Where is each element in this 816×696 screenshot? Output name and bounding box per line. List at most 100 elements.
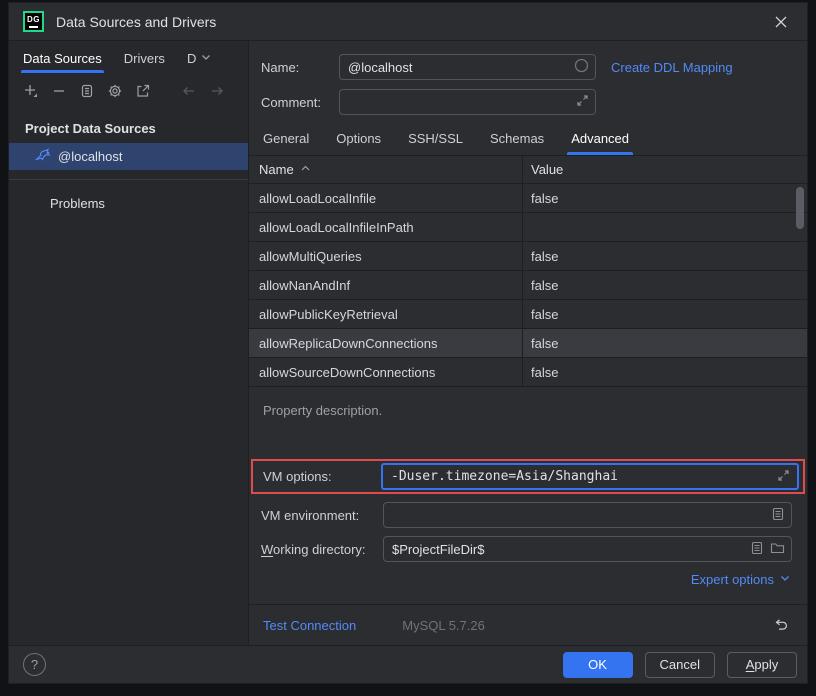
left-panel-toolbar bbox=[9, 73, 248, 107]
mysql-dolphin-icon bbox=[35, 147, 51, 166]
tab-options[interactable]: Options bbox=[336, 131, 381, 155]
table-row[interactable]: allowLoadLocalInfileInPath bbox=[249, 213, 807, 242]
table-row[interactable]: allowSourceDownConnections false bbox=[249, 358, 807, 387]
tree-item-problems[interactable]: Problems bbox=[9, 190, 248, 217]
working-directory-label: Working directory: bbox=[261, 542, 383, 557]
datagrip-logo-text: DG bbox=[27, 16, 40, 24]
property-value-cell[interactable]: false bbox=[523, 300, 794, 328]
chevron-down-icon[interactable] bbox=[200, 51, 212, 66]
chevron-down-icon[interactable] bbox=[779, 572, 791, 587]
add-data-source-icon[interactable] bbox=[19, 79, 43, 103]
refresh-ring-icon bbox=[574, 58, 589, 76]
property-value-cell[interactable]: false bbox=[523, 271, 794, 299]
name-label: Name: bbox=[261, 60, 339, 75]
working-directory-input[interactable]: $ProjectFileDir$ bbox=[383, 536, 792, 562]
property-description: Property description. bbox=[249, 387, 807, 459]
revert-icon[interactable] bbox=[769, 613, 793, 637]
expand-icon[interactable] bbox=[777, 469, 790, 485]
folder-browse-icon[interactable] bbox=[770, 541, 785, 558]
sort-ascending-icon bbox=[300, 162, 311, 177]
apply-mnemonic: A bbox=[746, 657, 755, 672]
property-value-cell[interactable] bbox=[523, 213, 794, 241]
expert-options-link[interactable]: Expert options bbox=[691, 572, 774, 587]
close-icon[interactable] bbox=[769, 10, 793, 34]
name-column-label: Name bbox=[259, 162, 294, 177]
remove-icon[interactable] bbox=[47, 79, 71, 103]
table-row[interactable]: allowMultiQueries false bbox=[249, 242, 807, 271]
datagrip-logo-icon: DG bbox=[23, 11, 44, 32]
title-bar: DG Data Sources and Drivers bbox=[9, 3, 807, 41]
apply-label-rest: pply bbox=[754, 657, 778, 672]
tab-data-sources[interactable]: Data Sources bbox=[23, 51, 102, 73]
tree-item-localhost[interactable]: @localhost bbox=[9, 143, 248, 170]
property-value-cell[interactable]: false bbox=[523, 184, 794, 212]
ok-button[interactable]: OK bbox=[563, 652, 633, 678]
table-row[interactable]: allowReplicaDownConnections false bbox=[249, 329, 807, 358]
column-header-name[interactable]: Name bbox=[249, 156, 523, 183]
tab-schemas[interactable]: Schemas bbox=[490, 131, 544, 155]
variables-list-icon[interactable] bbox=[750, 541, 764, 558]
left-panel-tabs: Data Sources Drivers D bbox=[9, 41, 248, 73]
comment-label: Comment: bbox=[261, 95, 339, 110]
back-arrow-icon[interactable] bbox=[177, 79, 201, 103]
expand-icon[interactable] bbox=[576, 94, 589, 110]
vm-environment-input[interactable] bbox=[383, 502, 792, 528]
create-ddl-mapping-link[interactable]: Create DDL Mapping bbox=[611, 60, 733, 75]
tree-divider bbox=[9, 179, 248, 180]
table-row[interactable]: allowPublicKeyRetrieval false bbox=[249, 300, 807, 329]
driver-version: MySQL 5.7.26 bbox=[402, 618, 485, 633]
property-value-cell[interactable]: false bbox=[523, 358, 794, 386]
property-name-cell[interactable]: allowNanAndInf bbox=[249, 271, 523, 299]
working-directory-label-rest: orking directory: bbox=[273, 542, 365, 557]
table-scrollbar[interactable] bbox=[795, 185, 806, 387]
table-row[interactable]: allowNanAndInf false bbox=[249, 271, 807, 300]
property-name-cell[interactable]: allowReplicaDownConnections bbox=[249, 329, 523, 357]
test-connection-link[interactable]: Test Connection bbox=[263, 618, 356, 633]
property-name-cell[interactable]: allowLoadLocalInfile bbox=[249, 184, 523, 212]
datagrip-logo-underline bbox=[29, 26, 38, 28]
vm-options-label: VM options: bbox=[263, 469, 381, 484]
tab-ddl-mappings-truncated[interactable]: D bbox=[187, 51, 212, 73]
data-sources-dialog: DG Data Sources and Drivers Data Sources… bbox=[8, 2, 808, 684]
property-name-cell[interactable]: allowMultiQueries bbox=[249, 242, 523, 270]
property-value-cell[interactable]: false bbox=[523, 242, 794, 270]
tab-advanced[interactable]: Advanced bbox=[571, 131, 629, 155]
vm-options-value: -Duser.timezone=Asia/Shanghai bbox=[391, 469, 777, 484]
vm-options-input[interactable]: -Duser.timezone=Asia/Shanghai bbox=[381, 463, 799, 490]
settings-gear-icon[interactable] bbox=[103, 79, 127, 103]
duplicate-icon[interactable] bbox=[75, 79, 99, 103]
open-in-new-icon[interactable] bbox=[131, 79, 155, 103]
test-connection-row: Test Connection MySQL 5.7.26 bbox=[249, 604, 807, 645]
property-name-cell[interactable]: allowLoadLocalInfileInPath bbox=[249, 213, 523, 241]
comment-input[interactable] bbox=[339, 89, 596, 115]
right-panel: Name: @localhost Create DDL Mapping Comm… bbox=[249, 41, 807, 645]
column-header-value[interactable]: Value bbox=[523, 162, 807, 177]
scrollbar-thumb[interactable] bbox=[796, 187, 804, 229]
table-row[interactable]: allowLoadLocalInfile false bbox=[249, 184, 807, 213]
data-source-tree: Project Data Sources @localhost Problems bbox=[9, 107, 248, 645]
tab-truncated-label: D bbox=[187, 51, 196, 66]
property-value-cell[interactable]: false bbox=[523, 329, 794, 357]
help-button[interactable]: ? bbox=[23, 653, 46, 676]
left-panel: Data Sources Drivers D bbox=[9, 41, 249, 645]
tree-item-label: @localhost bbox=[58, 149, 123, 164]
name-input[interactable]: @localhost bbox=[339, 54, 596, 80]
variables-list-icon[interactable] bbox=[771, 507, 785, 524]
tab-ssh-ssl[interactable]: SSH/SSL bbox=[408, 131, 463, 155]
tab-drivers[interactable]: Drivers bbox=[124, 51, 165, 73]
working-directory-value: $ProjectFileDir$ bbox=[392, 542, 744, 557]
property-name-cell[interactable]: allowSourceDownConnections bbox=[249, 358, 523, 386]
advanced-properties-table: Name Value allowLoadLocalInfile false al… bbox=[249, 155, 807, 387]
dialog-title: Data Sources and Drivers bbox=[56, 14, 216, 30]
cancel-button[interactable]: Cancel bbox=[645, 652, 715, 678]
apply-button[interactable]: Apply bbox=[727, 652, 797, 678]
help-question-mark: ? bbox=[31, 657, 38, 672]
vm-options-row-annotation: VM options: -Duser.timezone=Asia/Shangha… bbox=[251, 459, 805, 494]
name-value: @localhost bbox=[348, 60, 568, 75]
tab-general[interactable]: General bbox=[263, 131, 309, 155]
bottom-bar: ? OK Cancel Apply bbox=[9, 645, 807, 683]
settings-tabs: General Options SSH/SSL Schemas Advanced bbox=[261, 124, 795, 155]
working-directory-row: Working directory: $ProjectFileDir$ bbox=[249, 536, 807, 562]
forward-arrow-icon[interactable] bbox=[205, 79, 229, 103]
property-name-cell[interactable]: allowPublicKeyRetrieval bbox=[249, 300, 523, 328]
